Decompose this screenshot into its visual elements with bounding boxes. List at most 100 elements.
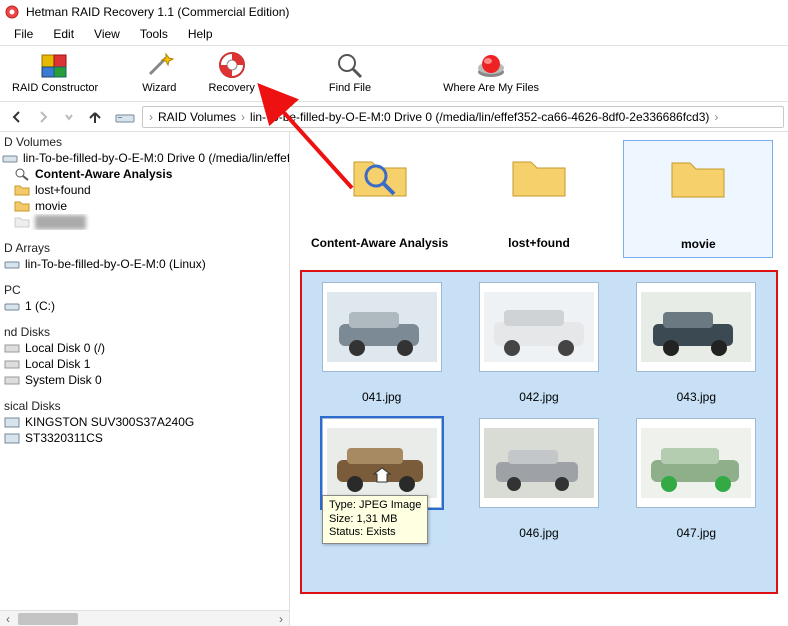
raid-constructor-button[interactable]: RAID Constructor (6, 48, 104, 96)
menu-edit[interactable]: Edit (43, 24, 84, 45)
nav-back-button[interactable] (4, 105, 30, 129)
hdd-icon (4, 415, 20, 429)
tree-header-volumes[interactable]: D Volumes (0, 134, 289, 150)
hdd-icon (4, 431, 20, 445)
wand-icon (142, 50, 176, 80)
folder-icon (507, 146, 571, 202)
tree-array-item[interactable]: lin-To-be-filled-by-O-E-M:0 (Linux) (0, 256, 289, 272)
window-title: Hetman RAID Recovery 1.1 (Commercial Edi… (26, 5, 289, 19)
file-label: 046.jpg (519, 526, 558, 540)
file-tooltip: Type: JPEG Image Size: 1,31 MB Status: E… (322, 495, 428, 544)
where-files-button[interactable]: Where Are My Files (437, 48, 545, 96)
folder-icon (14, 183, 30, 197)
tree-volume[interactable]: lin-To-be-filled-by-O-E-M:0 Drive 0 (/me… (0, 150, 289, 166)
chevron-right-icon: › (712, 110, 720, 124)
sidebar: D Volumes lin-To-be-filled-by-O-E-M:0 Dr… (0, 132, 290, 626)
tree-lost-found[interactable]: lost+found (0, 182, 289, 198)
file-label: 047.jpg (677, 526, 716, 540)
recovery-button[interactable]: Recovery (202, 48, 260, 96)
file-label: 042.jpg (519, 390, 558, 404)
breadcrumb-part[interactable]: lin-To-be-filled-by-O-E-M:0 Drive 0 (/me… (247, 110, 712, 124)
find-file-button[interactable]: Find File (323, 48, 377, 96)
puzzle-icon (38, 50, 72, 80)
disk-icon (4, 341, 20, 355)
nav-up-button[interactable] (82, 105, 108, 129)
file-item-selected[interactable]: Type: JPEG Image Size: 1,31 MB Status: E… (306, 412, 457, 542)
scroll-left-icon[interactable]: ‹ (0, 612, 16, 626)
titlebar: Hetman RAID Recovery 1.1 (Commercial Edi… (0, 0, 788, 24)
image-thumbnail (636, 418, 756, 508)
drive-icon (4, 299, 20, 313)
toolbar: RAID Constructor Wizard Recovery (0, 46, 788, 102)
chevron-right-icon: › (239, 110, 247, 124)
menu-help[interactable]: Help (178, 24, 223, 45)
file-item[interactable]: 043.jpg (621, 276, 772, 406)
tree-label: movie (35, 199, 67, 213)
tree-blurred-item[interactable]: ██████ (0, 214, 289, 230)
drive-icon (2, 151, 18, 165)
folder-lost-found[interactable]: lost+found (464, 140, 614, 258)
tree-movie[interactable]: movie (0, 198, 289, 214)
image-thumbnail (322, 282, 442, 372)
tooltip-line: Type: JPEG Image (329, 499, 421, 513)
menu-tools[interactable]: Tools (130, 24, 178, 45)
tree-system-disk-0[interactable]: System Disk 0 (0, 372, 289, 388)
breadcrumb[interactable]: › RAID Volumes › lin-To-be-filled-by-O-E… (142, 106, 784, 128)
menu-file[interactable]: File (4, 24, 43, 45)
image-thumbnail (636, 282, 756, 372)
tree-local-disk-1[interactable]: Local Disk 1 (0, 356, 289, 372)
nav-forward-button[interactable] (30, 105, 56, 129)
wizard-button[interactable]: Wizard (136, 48, 182, 96)
tree-header-nd-disks[interactable]: nd Disks (0, 324, 289, 340)
disk-icon (4, 357, 20, 371)
toolbar-label: Find File (329, 82, 371, 94)
tree-label: ST3320311CS (25, 431, 103, 445)
folder-label: Content-Aware Analysis (311, 236, 448, 250)
tree-label: Local Disk 1 (25, 357, 90, 371)
magnifier-icon (333, 50, 367, 80)
main-split: D Volumes lin-To-be-filled-by-O-E-M:0 Dr… (0, 132, 788, 626)
toolbar-label: Recovery (208, 82, 254, 94)
files-selection-area: 041.jpg 042.jpg 043.jpg (300, 270, 778, 594)
image-thumbnail (479, 282, 599, 372)
folder-movie[interactable]: movie (623, 140, 773, 258)
sidebar-scrollbar[interactable]: ‹ › (0, 610, 289, 626)
nav-history-dropdown[interactable] (56, 105, 82, 129)
drive-icon (4, 257, 20, 271)
breadcrumb-part[interactable]: RAID Volumes (155, 110, 239, 124)
scrollbar-thumb[interactable] (18, 613, 78, 625)
tree-local-disk-0[interactable]: Local Disk 0 (/) (0, 340, 289, 356)
tree-header-physical[interactable]: sical Disks (0, 398, 289, 414)
lifebuoy-icon (215, 50, 249, 80)
tree-header-pc[interactable]: PC (0, 282, 289, 298)
tree-physical-disk-1[interactable]: KINGSTON SUV300S37A240G (0, 414, 289, 430)
folder-label: movie (681, 237, 716, 251)
tree-label: lin-To-be-filled-by-O-E-M:0 (Linux) (25, 257, 206, 271)
tree-label: KINGSTON SUV300S37A240G (25, 415, 194, 429)
tree-header-arrays[interactable]: D Arrays (0, 240, 289, 256)
tooltip-line: Size: 1,31 MB (329, 513, 421, 527)
tree-content-aware[interactable]: Content-Aware Analysis (0, 166, 289, 182)
file-item[interactable]: 041.jpg (306, 276, 457, 406)
tree-label: lost+found (35, 183, 91, 197)
file-item[interactable]: 046.jpg (463, 412, 614, 542)
tree: D Volumes lin-To-be-filled-by-O-E-M:0 Dr… (0, 132, 289, 610)
tree-physical-disk-2[interactable]: ST3320311CS (0, 430, 289, 446)
chevron-right-icon: › (147, 110, 155, 124)
menubar: File Edit View Tools Help (0, 24, 788, 46)
image-thumbnail (479, 418, 599, 508)
folder-content-aware[interactable]: Content-Aware Analysis (305, 140, 455, 258)
tree-label: Content-Aware Analysis (35, 167, 172, 181)
menu-view[interactable]: View (84, 24, 130, 45)
disk-icon (4, 373, 20, 387)
toolbar-label: Where Are My Files (443, 82, 539, 94)
tree-label: 1 (C:) (25, 299, 55, 313)
folder-icon (14, 215, 30, 229)
navbar: › RAID Volumes › lin-To-be-filled-by-O-E… (0, 102, 788, 132)
scroll-right-icon[interactable]: › (273, 612, 289, 626)
file-item[interactable]: 042.jpg (463, 276, 614, 406)
folder-icon (666, 147, 730, 203)
content-pane: Content-Aware Analysis lost+found movie (290, 132, 788, 626)
tree-pc-item[interactable]: 1 (C:) (0, 298, 289, 314)
file-item[interactable]: 047.jpg (621, 412, 772, 542)
